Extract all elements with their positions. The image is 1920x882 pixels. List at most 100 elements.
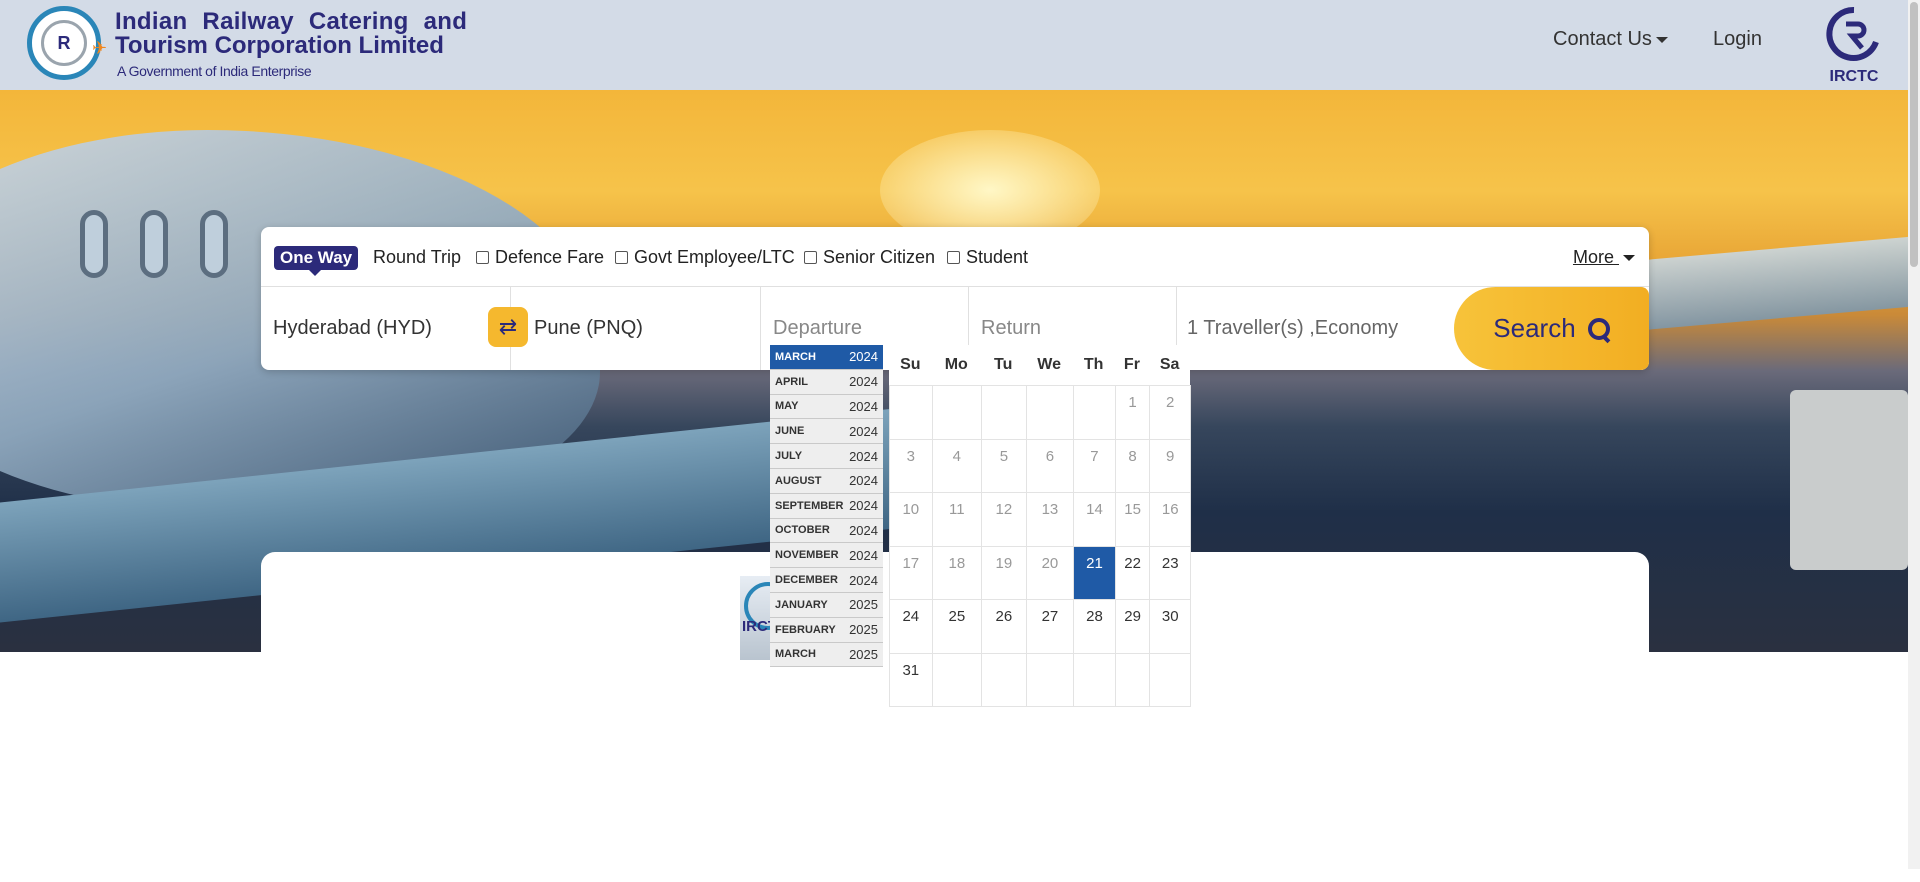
month-selector: MARCH 2024 APRIL 2024 MAY 2024 JUNE 2024 JULY 202…	[770, 345, 883, 668]
from-input[interactable]: Hyderabad (HYD)	[261, 287, 511, 370]
calendar-day: 7	[1073, 438, 1116, 493]
calendar-day: 6	[1025, 438, 1075, 493]
calendar-week-row: 24 25 26 27 28 29 30	[889, 599, 1191, 654]
calendar-empty-cell	[1149, 652, 1191, 707]
calendar-day[interactable]: 23	[1149, 545, 1191, 600]
defence-fare-label: Defence Fare	[495, 247, 605, 267]
govt-employee-option[interactable]: Govt Employee/LTC	[615, 247, 795, 268]
student-checkbox[interactable]	[947, 251, 960, 264]
month-year: 2024	[849, 398, 878, 414]
irctc-small-logo: IRCT	[740, 576, 774, 660]
swap-icon[interactable]: ⇄	[488, 307, 528, 347]
senior-citizen-checkbox[interactable]	[804, 251, 817, 264]
calendar-day[interactable]: 28	[1073, 599, 1116, 654]
calendar-day-today[interactable]: 21	[1073, 545, 1116, 600]
govt-employee-label: Govt Employee/LTC	[634, 247, 795, 267]
month-name: JUNE	[775, 425, 805, 438]
calendar-week-row: 31	[889, 652, 1191, 707]
month-item[interactable]: APRIL 2024	[770, 369, 883, 395]
calendar-empty-cell	[981, 385, 1027, 440]
weekday-label: Mo	[944, 356, 968, 373]
calendar-day: 16	[1149, 492, 1191, 547]
round-trip-tab[interactable]: Round Trip	[373, 247, 461, 268]
month-name: AUGUST	[775, 474, 822, 487]
brand-line-2: Tourism Corporation Limited	[115, 32, 444, 59]
student-option[interactable]: Student	[947, 247, 1028, 268]
search-button[interactable]: Search	[1454, 287, 1649, 370]
scrollbar-thumb[interactable]	[1910, 2, 1918, 267]
weekday-label: We	[1037, 356, 1062, 373]
calendar-day: 18	[931, 545, 983, 600]
calendar-grid: 1 2 3 4 5 6 7 8 9 10 11 12 13 14 15 16 17 18 19 20 21 22 23 24 2…	[889, 385, 1191, 707]
weekday-label: Fr	[1123, 356, 1140, 373]
calendar-day: 17	[889, 545, 933, 600]
chevron-down-icon	[1623, 255, 1635, 262]
month-item[interactable]: JULY 2024	[770, 444, 883, 469]
defence-fare-checkbox[interactable]	[476, 251, 489, 264]
govt-employee-checkbox[interactable]	[615, 251, 628, 264]
calendar-day: 14	[1073, 492, 1116, 547]
month-item[interactable]: MARCH 2025	[770, 642, 883, 668]
month-item[interactable]: FEBRUARY 2025	[770, 617, 883, 643]
more-label: More	[1572, 247, 1614, 267]
weekday-label: Tu	[994, 356, 1013, 373]
calendar-empty-cell	[931, 385, 983, 440]
aircraft-window	[140, 210, 168, 278]
calendar-day[interactable]: 29	[1114, 599, 1151, 654]
plane-icon: ✈	[92, 38, 108, 58]
month-item[interactable]: AUGUST 2024	[770, 468, 883, 494]
calendar-empty-cell	[1073, 652, 1116, 707]
irctc-logo[interactable]: R	[27, 6, 101, 80]
calendar-day[interactable]: 24	[889, 599, 933, 654]
one-way-tab[interactable]: One Way	[274, 246, 359, 276]
month-year: 2024	[849, 349, 878, 365]
month-name: SEPTEMBER	[775, 499, 844, 512]
month-item[interactable]: MAY 2024	[770, 394, 883, 420]
month-year: 2024	[849, 572, 878, 588]
month-item[interactable]: NOVEMBER 2024	[770, 543, 883, 569]
page-scrollbar[interactable]	[1908, 0, 1920, 869]
to-input[interactable]: Pune (PNQ)	[511, 287, 761, 370]
month-name: APRIL	[775, 375, 808, 388]
month-item[interactable]: DECEMBER 2024	[770, 568, 883, 593]
travellers-class-selector[interactable]: 1 Traveller(s) ,Economy	[1177, 287, 1447, 370]
calendar-day: 9	[1149, 438, 1191, 493]
calendar-empty-cell	[1114, 652, 1151, 707]
site-header: R ✈ Indian Railway Catering and Tourism …	[0, 0, 1908, 90]
calendar-day[interactable]: 31	[889, 652, 933, 707]
calendar-empty-cell	[889, 385, 933, 440]
calendar-day[interactable]: 27	[1025, 599, 1075, 654]
calendar-empty-cell	[931, 652, 983, 707]
month-item[interactable]: MARCH 2024	[770, 345, 883, 370]
month-year: 2024	[849, 522, 878, 538]
month-item[interactable]: JANUARY 2025	[770, 592, 883, 618]
calendar-day[interactable]: 30	[1149, 599, 1191, 654]
brand-tagline: A Government of India Enterprise	[117, 63, 312, 79]
calendar-day: 8	[1114, 438, 1151, 493]
irctc-swirl-icon	[1826, 6, 1879, 61]
calendar-day[interactable]: 25	[931, 599, 983, 654]
defence-fare-option[interactable]: Defence Fare	[476, 247, 604, 268]
weekday-label: Su	[900, 356, 921, 373]
month-name: FEBRUARY	[775, 623, 836, 636]
month-year: 2024	[849, 423, 878, 439]
month-item[interactable]: OCTOBER 2024	[770, 518, 883, 544]
calendar-day[interactable]: 26	[981, 599, 1027, 654]
contact-us-dropdown[interactable]: Contact Us	[1553, 28, 1668, 51]
calendar-day: 13	[1025, 492, 1075, 547]
calendar-day: 20	[1025, 545, 1075, 600]
calendar-day[interactable]: 22	[1114, 545, 1151, 600]
calendar-day: 15	[1114, 492, 1151, 547]
login-link[interactable]: Login	[1713, 28, 1762, 51]
weekday-label: Th	[1083, 356, 1104, 373]
calendar-empty-cell	[1025, 385, 1075, 440]
month-item[interactable]: SEPTEMBER 2024	[770, 493, 883, 519]
month-name: JANUARY	[775, 598, 828, 611]
contact-us-label: Contact Us	[1553, 28, 1652, 50]
more-dropdown[interactable]: More	[1573, 247, 1635, 268]
month-item[interactable]: JUNE 2024	[770, 419, 883, 445]
calendar-week-row: 3456789	[889, 438, 1191, 493]
senior-citizen-option[interactable]: Senior Citizen	[804, 247, 935, 268]
search-icon	[1587, 317, 1610, 340]
month-year: 2024	[849, 473, 878, 489]
